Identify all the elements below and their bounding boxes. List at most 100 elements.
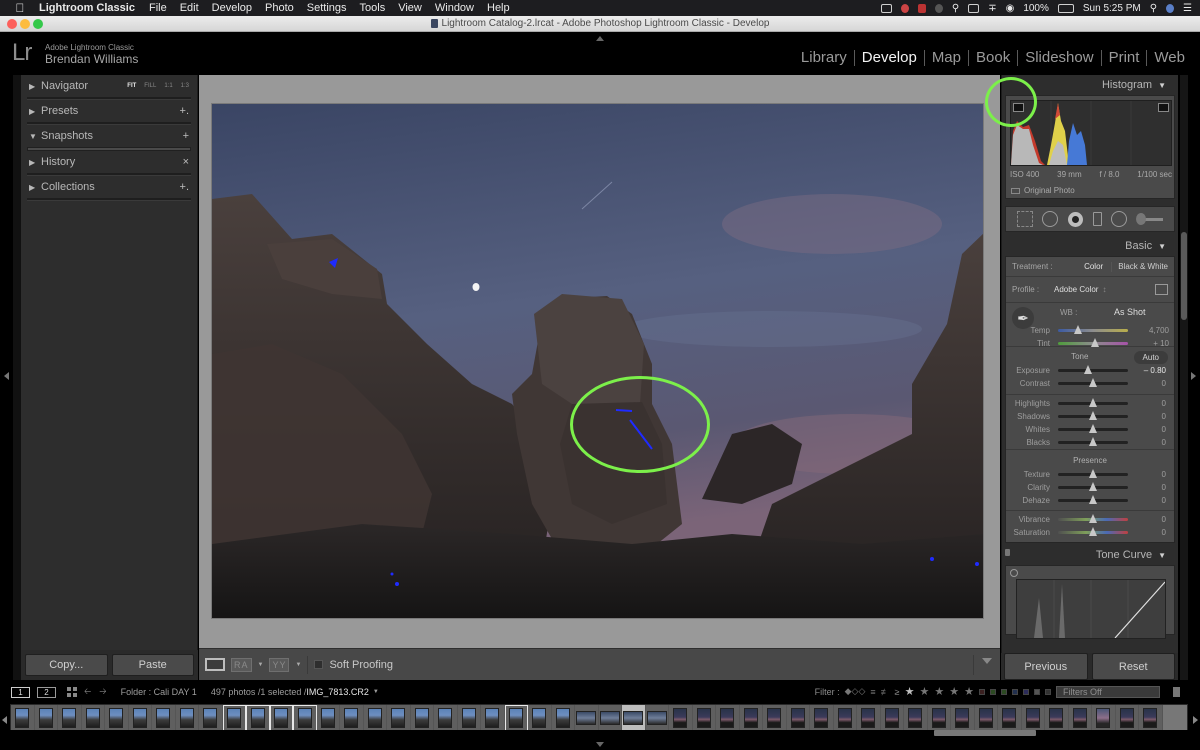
presets-panel-header[interactable]: ▶ Presets +. xyxy=(21,100,197,122)
filmstrip-thumbnail[interactable] xyxy=(1068,705,1092,731)
apple-menu-icon[interactable]:  xyxy=(13,1,27,15)
collapse-triangle-icon[interactable]: ▼ xyxy=(1158,81,1166,90)
clock[interactable]: Sun 5:25 PM xyxy=(1083,3,1141,14)
filmstrip-thumbnail[interactable] xyxy=(974,705,998,731)
clarity-slider[interactable] xyxy=(1058,482,1128,491)
filmstrip-thumbnail[interactable] xyxy=(410,705,434,731)
filmstrip-thumbnail[interactable] xyxy=(81,705,105,731)
unedited-filter-icon[interactable]: ≢ xyxy=(881,687,890,697)
filmstrip-thumbnail[interactable] xyxy=(857,705,881,731)
clarity-slider-thumb[interactable] xyxy=(1089,482,1097,491)
texture-slider[interactable] xyxy=(1058,469,1128,478)
filmstrip-thumbnail[interactable] xyxy=(622,705,646,731)
creative-cloud-icon[interactable] xyxy=(900,3,909,13)
left-panel-toggle-icon[interactable] xyxy=(4,372,9,380)
history-panel-header[interactable]: ▶ History × xyxy=(21,151,197,173)
filmstrip-thumbnail[interactable] xyxy=(387,705,411,731)
filmstrip-thumbnail[interactable] xyxy=(1139,705,1163,731)
copy-settings-button[interactable]: Copy... xyxy=(25,654,108,676)
panel-switch-icon[interactable] xyxy=(1005,549,1010,556)
filmstrip-thumbnail[interactable] xyxy=(880,705,904,731)
previous-button[interactable]: Previous xyxy=(1004,653,1088,680)
filmstrip-scroll-left-icon[interactable] xyxy=(2,716,7,724)
filmstrip-scrollbar-thumb[interactable] xyxy=(934,730,1036,736)
module-develop[interactable]: Develop xyxy=(855,49,924,66)
module-map[interactable]: Map xyxy=(925,49,968,66)
saturation-value[interactable]: 0 xyxy=(1132,528,1174,537)
module-library[interactable]: Library xyxy=(794,49,854,66)
app-menu[interactable]: Lightroom Classic xyxy=(39,2,135,14)
whites-value[interactable]: 0 xyxy=(1132,425,1174,434)
treatment-bw-option[interactable]: Black & White xyxy=(1118,262,1168,271)
forward-arrow-icon[interactable]: 🡢 xyxy=(99,684,106,700)
minimize-window-button[interactable] xyxy=(20,19,30,29)
filmstrip-thumbnail[interactable] xyxy=(58,705,82,731)
clear-history-icon[interactable]: × xyxy=(183,156,189,168)
collapse-triangle-icon[interactable]: ▼ xyxy=(29,132,41,141)
back-arrow-icon[interactable]: 🡠 xyxy=(84,684,91,700)
collapse-triangle-icon[interactable]: ▼ xyxy=(1158,242,1166,251)
filmstrip-thumbnail[interactable] xyxy=(763,705,787,731)
wb-dropdown[interactable]: As Shot xyxy=(1114,307,1146,317)
treatment-color-option[interactable]: Color xyxy=(1084,262,1103,271)
texture-value[interactable]: 0 xyxy=(1132,470,1174,479)
temp-value[interactable]: 4,700 xyxy=(1132,326,1177,335)
add-collection-icon[interactable]: +. xyxy=(180,181,189,193)
toolbar-menu-icon[interactable] xyxy=(982,658,992,664)
whites-slider-thumb[interactable] xyxy=(1089,424,1097,433)
rating-star-1[interactable]: ★ xyxy=(905,685,915,698)
rating-star-3[interactable]: ★ xyxy=(934,685,944,698)
radial-filter-tool-icon[interactable] xyxy=(1111,211,1128,227)
airplay-icon[interactable] xyxy=(968,3,980,13)
expand-triangle-icon[interactable]: ▶ xyxy=(29,158,41,167)
filmstrip-thumbnail[interactable] xyxy=(998,705,1022,731)
filmstrip-thumbnail[interactable] xyxy=(175,705,199,731)
highlights-slider-thumb[interactable] xyxy=(1089,398,1097,407)
filmstrip-thumbnail[interactable] xyxy=(363,705,387,731)
menu-view[interactable]: View xyxy=(398,2,422,14)
profile-dropdown-arrows-icon[interactable]: ↕ xyxy=(1102,285,1106,294)
filmstrip-thumbnail[interactable] xyxy=(598,705,622,731)
soft-proofing-checkbox[interactable] xyxy=(314,660,324,669)
swap-settings-button[interactable]: YY xyxy=(269,657,290,672)
menu-help[interactable]: Help xyxy=(487,2,510,14)
color-filter-custom[interactable] xyxy=(1034,688,1040,695)
menu-settings[interactable]: Settings xyxy=(307,2,347,14)
color-filter-green-2[interactable] xyxy=(1001,688,1007,695)
filmstrip-thumbnail[interactable] xyxy=(1021,705,1045,731)
module-slideshow[interactable]: Slideshow xyxy=(1018,49,1100,66)
highlights-value[interactable]: 0 xyxy=(1132,399,1174,408)
before-after-menu-icon[interactable]: ▼ xyxy=(258,662,264,668)
color-filter-green[interactable] xyxy=(990,688,996,695)
status-dot-icon[interactable] xyxy=(934,3,943,13)
expand-triangle-icon[interactable]: ▶ xyxy=(29,183,41,192)
vibrance-slider-thumb[interactable] xyxy=(1089,514,1097,523)
filmstrip-thumbnail[interactable] xyxy=(716,705,740,731)
filter-lock-icon[interactable] xyxy=(1173,686,1180,697)
tint-slider[interactable] xyxy=(1058,338,1128,347)
rating-operator[interactable]: ≥ xyxy=(895,687,900,697)
temp-slider[interactable] xyxy=(1058,325,1128,334)
zoom-fill[interactable]: FILL xyxy=(144,83,156,89)
filmstrip-thumbnail[interactable] xyxy=(1045,705,1069,731)
filmstrip-thumbnail[interactable] xyxy=(457,705,481,731)
filmstrip-thumbnail[interactable] xyxy=(105,705,129,731)
filmstrip-thumbnail[interactable] xyxy=(692,705,716,731)
blacks-slider[interactable] xyxy=(1058,437,1128,446)
color-filter-blue[interactable] xyxy=(1012,688,1018,695)
filmstrip-thumbnail[interactable] xyxy=(528,705,552,731)
graduated-filter-tool-icon[interactable] xyxy=(1092,212,1102,226)
menu-file[interactable]: File xyxy=(149,2,167,14)
color-filter-none[interactable] xyxy=(1045,688,1051,695)
auto-tone-button[interactable]: Auto xyxy=(1133,350,1168,364)
filmstrip-thumbnail[interactable] xyxy=(34,705,58,731)
contrast-value[interactable]: 0 xyxy=(1132,379,1174,388)
top-panel-toggle-icon[interactable] xyxy=(596,36,604,41)
color-filter-red[interactable] xyxy=(979,688,985,695)
filmstrip-thumbnail[interactable] xyxy=(128,705,152,731)
battery-icon[interactable] xyxy=(1057,3,1074,13)
filmstrip-thumbnail[interactable] xyxy=(951,705,975,731)
paste-settings-button[interactable]: Paste xyxy=(111,654,194,676)
filmstrip-thumbnail[interactable] xyxy=(199,705,223,731)
filmstrip-thumbnail[interactable] xyxy=(222,705,246,731)
